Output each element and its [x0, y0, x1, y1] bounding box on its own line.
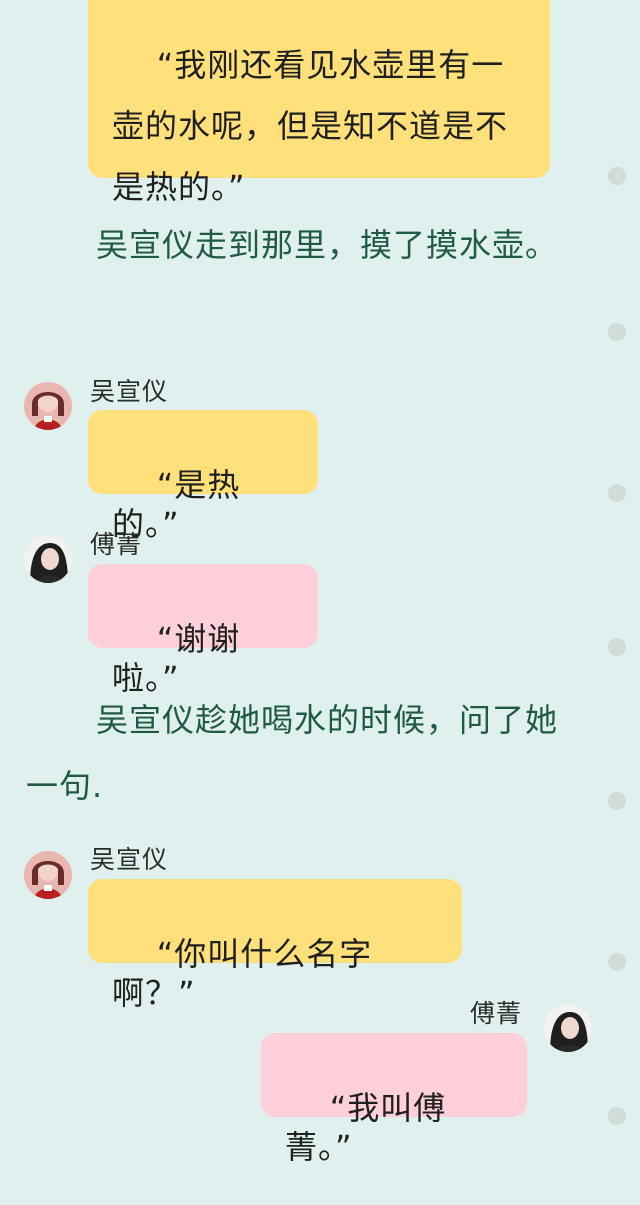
message-bubble-3: “谢谢啦。” [88, 564, 318, 697]
message-bubble-1: “我刚还看见水壶里有一壶的水呢，但是知不道是不是热的。” [88, 0, 550, 206]
avatar-fujing-icon[interactable] [544, 1004, 592, 1052]
avatar-wuxuanyi-icon[interactable] [24, 851, 72, 899]
message-text: “我叫傅菁。” [285, 1089, 447, 1166]
narration-text: 吴宣仪趁她喝水的时候，问了她一句. [26, 701, 559, 805]
narration-text: 吴宣仪走到那里，摸了摸水壶。 [96, 226, 559, 264]
rail-dot [608, 1107, 626, 1125]
avatar-wuxuanyi-icon[interactable] [24, 382, 72, 430]
narration-1: 吴宣仪走到那里，摸了摸水壶。 [26, 212, 586, 278]
message-bubble-4: “你叫什么名字啊？” [88, 879, 462, 1012]
narration-2: 吴宣仪趁她喝水的时候，问了她一句. [26, 687, 586, 819]
message-bubble-2: “是热的。” [88, 410, 318, 543]
message-bubble-5: “我叫傅菁。” [261, 1033, 527, 1166]
chat-stage: “我刚还看见水壶里有一壶的水呢，但是知不道是不是热的。” 吴宣仪走到那里，摸了摸… [0, 0, 640, 1166]
rail-dot [608, 484, 626, 502]
sender-name: 吴宣仪 [90, 845, 169, 874]
message-text: “我刚还看见水壶里有一壶的水呢，但是知不道是不是热的。” [112, 46, 509, 206]
sender-name: 傅菁 [90, 530, 143, 559]
rail-dot [608, 167, 626, 185]
rail-dot [608, 953, 626, 971]
rail-dot [608, 323, 626, 341]
sender-name: 吴宣仪 [90, 377, 169, 406]
message-text: “谢谢啦。” [112, 620, 241, 697]
avatar-fujing-icon[interactable] [24, 535, 72, 583]
rail-dot [608, 638, 626, 656]
rail-dot [608, 792, 626, 810]
sender-name: 傅菁 [470, 999, 523, 1028]
message-text: “你叫什么名字啊？” [112, 935, 373, 1012]
